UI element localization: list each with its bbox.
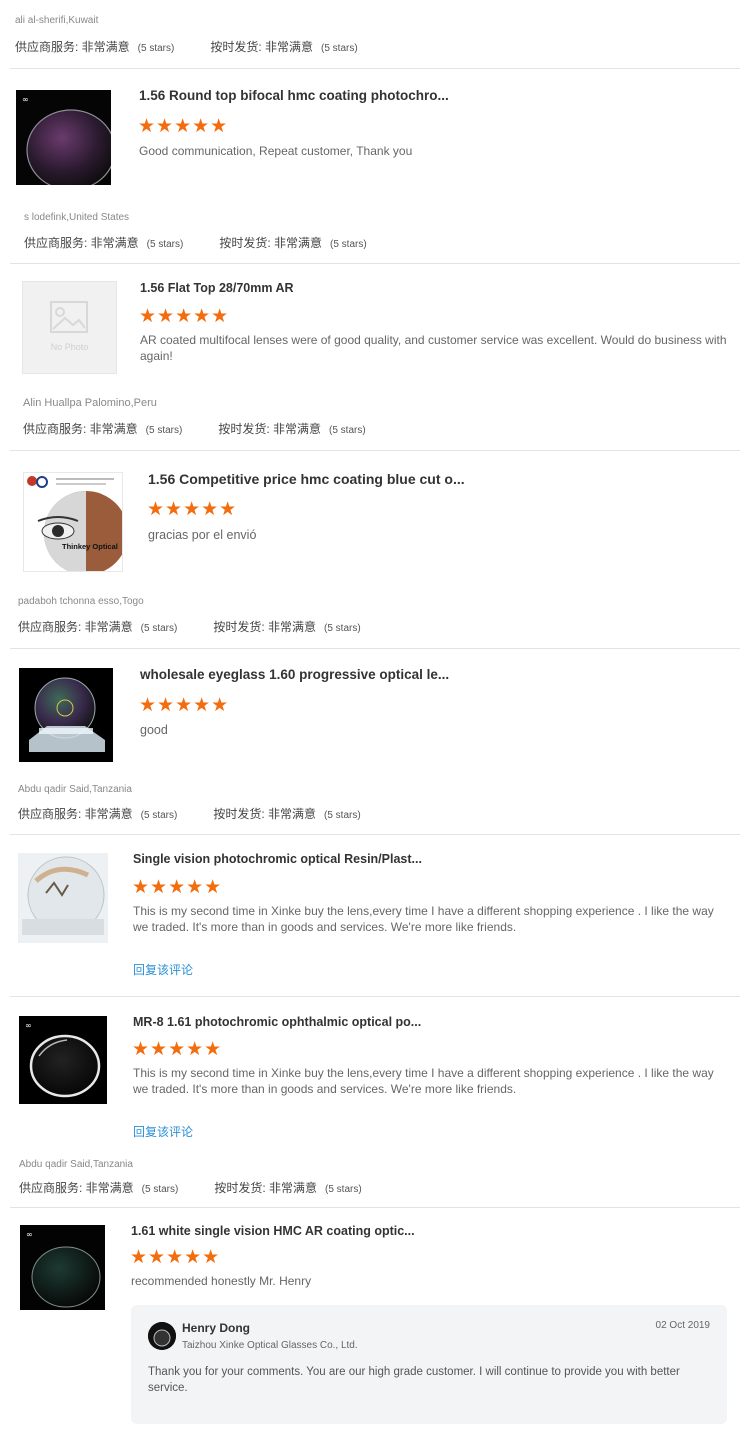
supplier-service-stars: (5 stars) [145,425,183,436]
on-time-delivery-stars: (5 stars) [321,43,358,54]
reply-date: 02 Oct 2019 [655,1320,710,1331]
supplier-service-label: 供应商服务: 非常满意 [15,40,130,54]
lens-image: ∞ [20,1225,105,1310]
supplier-service-label: 供应商服务: 非常满意 [23,422,138,436]
no-photo-icon [50,301,88,333]
on-time-delivery-stars: (5 stars) [329,425,366,436]
product-thumbnail[interactable]: No Photo [22,281,117,374]
lens-image: ∞ [16,90,111,185]
product-thumbnail[interactable]: ∞ [16,90,111,185]
on-time-delivery-label: 按时发货: 非常满意 [214,1181,318,1195]
review-comment: This is my second time in Xinke buy the … [133,1066,714,1096]
product-thumbnail[interactable] [19,668,113,762]
rating-summary: 供应商服务: 非常满意 (5 stars) 按时发货: 非常满意 (5 stars) [18,618,361,635]
on-time-delivery-label: 按时发货: 非常满意 [219,236,323,250]
product-title[interactable]: 1.56 Competitive price hmc coating blue … [148,471,465,487]
review-comment: gracias por el envió [148,528,257,542]
product-title[interactable]: wholesale eyeglass 1.60 progressive opti… [140,667,449,682]
divider [10,68,740,69]
review-comment: recommended honestly Mr. Henry [131,1274,312,1288]
product-thumbnail[interactable]: ∞ [20,1225,105,1310]
on-time-delivery-stars: (5 stars) [325,1184,362,1195]
product-thumbnail[interactable] [18,853,108,943]
lens-image [19,668,113,762]
svg-text:∞: ∞ [26,1230,33,1239]
reply-to-review-link[interactable]: 回复该评论 [133,1123,193,1140]
divider [10,1207,740,1208]
supplier-service-stars: (5 stars) [141,1184,179,1195]
star-rating: ★★★★★ [132,1039,223,1060]
star-rating: ★★★★★ [132,877,223,898]
star-rating: ★★★★★ [147,499,238,520]
on-time-delivery-label: 按时发货: 非常满意 [213,620,317,634]
reply-text: Thank you for your comments. You are our… [148,1366,680,1394]
product-title[interactable]: 1.56 Flat Top 28/70mm AR [140,281,294,295]
review-comment: Good communication, Repeat customer, Tha… [139,144,413,158]
star-rating: ★★★★★ [138,116,229,137]
product-thumbnail[interactable]: Thinkey Optical [23,472,123,572]
lens-image [18,853,108,943]
image-caption: Thinkey Optical [62,542,118,551]
product-title[interactable]: 1.56 Round top bifocal hmc coating photo… [139,88,449,103]
star-rating: ★★★★★ [130,1247,221,1268]
review-comment: This is my second time in Xinke buy the … [133,904,714,934]
reviewer-name: Abdu qadir Said,Tanzania [18,784,132,795]
no-photo-label: No Photo [50,342,89,352]
supplier-service-label: 供应商服务: 非常满意 [18,620,133,634]
on-time-delivery-stars: (5 stars) [324,810,361,821]
star-rating: ★★★★★ [139,306,230,327]
divider [10,263,740,264]
product-title[interactable]: MR-8 1.61 photochromic ophthalmic optica… [133,1015,421,1029]
reviewer-name: Abdu qadir Said,Tanzania [19,1159,133,1170]
divider [10,996,740,997]
rating-summary: 供应商服务: 非常满意 (5 stars) 按时发货: 非常满意 (5 stars) [19,1179,362,1196]
supplier-service-stars: (5 stars) [140,623,178,634]
reply-to-review-link[interactable]: 回复该评论 [133,961,193,978]
divider [10,450,740,451]
reviewer-name: padaboh tchonna esso,Togo [18,596,144,607]
on-time-delivery-label: 按时发货: 非常满意 [210,40,314,54]
reviewer-name: Alin Huallpa Palomino,Peru [23,397,157,409]
supplier-service-label: 供应商服务: 非常满意 [18,807,133,821]
seller-company: Taizhou Xinke Optical Glasses Co., Ltd. [182,1340,358,1351]
supplier-service-stars: (5 stars) [140,810,178,821]
avatar [148,1322,176,1350]
rating-summary: 供应商服务: 非常满意 (5 stars) 按时发货: 非常满意 (5 stars) [15,38,358,55]
divider [10,834,740,835]
svg-text:∞: ∞ [22,95,29,104]
star-rating: ★★★★★ [139,695,230,716]
reviewer-name: ali al-sherifi,Kuwait [15,15,99,26]
on-time-delivery-stars: (5 stars) [330,239,367,250]
supplier-service-stars: (5 stars) [146,239,184,250]
product-thumbnail[interactable]: ∞ [19,1016,107,1104]
product-title[interactable]: 1.61 white single vision HMC AR coating … [131,1224,415,1238]
avatar-lens-icon [148,1322,176,1350]
on-time-delivery-label: 按时发货: 非常满意 [213,807,317,821]
on-time-delivery-label: 按时发货: 非常满意 [218,422,322,436]
divider [10,648,740,649]
on-time-delivery-stars: (5 stars) [324,623,361,634]
reviewer-name: s lodefink,United States [24,212,130,223]
supplier-service-stars: (5 stars) [137,43,175,54]
lens-image: ∞ [19,1016,107,1104]
review-comment: AR coated multifocal lenses were of good… [140,333,727,363]
svg-text:∞: ∞ [25,1021,32,1030]
lens-image [24,473,122,571]
product-title[interactable]: Single vision photochromic optical Resin… [133,852,422,866]
rating-summary: 供应商服务: 非常满意 (5 stars) 按时发货: 非常满意 (5 stars) [23,420,366,437]
rating-summary: 供应商服务: 非常满意 (5 stars) 按时发货: 非常满意 (5 stars) [24,234,367,251]
seller-name: Henry Dong [182,1321,251,1335]
supplier-service-label: 供应商服务: 非常满意 [24,236,139,250]
review-comment: good [140,723,168,737]
supplier-service-label: 供应商服务: 非常满意 [19,1181,134,1195]
rating-summary: 供应商服务: 非常满意 (5 stars) 按时发货: 非常满意 (5 stars) [18,805,361,822]
seller-reply: Henry Dong Taizhou Xinke Optical Glasses… [131,1305,727,1424]
